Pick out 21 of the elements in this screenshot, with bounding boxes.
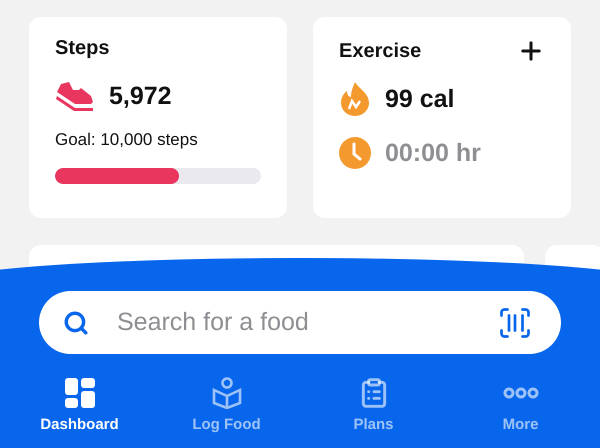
flame-icon — [339, 81, 371, 117]
calories-value: 99 cal — [385, 84, 455, 114]
grid-icon — [64, 378, 94, 408]
more-icon — [502, 387, 538, 399]
steps-count: 5,972 — [109, 82, 172, 110]
tab[interactable]: Log Food — [153, 376, 300, 433]
duration-value: 00:00 hr — [385, 138, 481, 168]
tab[interactable]: Dashboard — [6, 376, 153, 433]
sneaker-icon — [55, 80, 95, 112]
tab[interactable]: More — [447, 376, 594, 433]
search-input[interactable]: Search for a food — [115, 307, 471, 338]
card-title: Exercise — [339, 40, 422, 62]
tab[interactable]: Plans — [300, 376, 447, 433]
clock-icon — [339, 137, 371, 169]
steps-card[interactable]: Steps 5,972 Goal: 10,000 steps — [29, 17, 287, 218]
book-person-icon — [212, 377, 242, 409]
exercise-card[interactable]: Exercise 99 cal 00:00 hr — [313, 17, 571, 218]
search-icon — [63, 310, 89, 336]
steps-goal: Goal: 10,000 steps — [55, 130, 199, 150]
card-title: Steps — [55, 37, 110, 60]
search-bar[interactable]: Search for a food — [39, 291, 561, 354]
